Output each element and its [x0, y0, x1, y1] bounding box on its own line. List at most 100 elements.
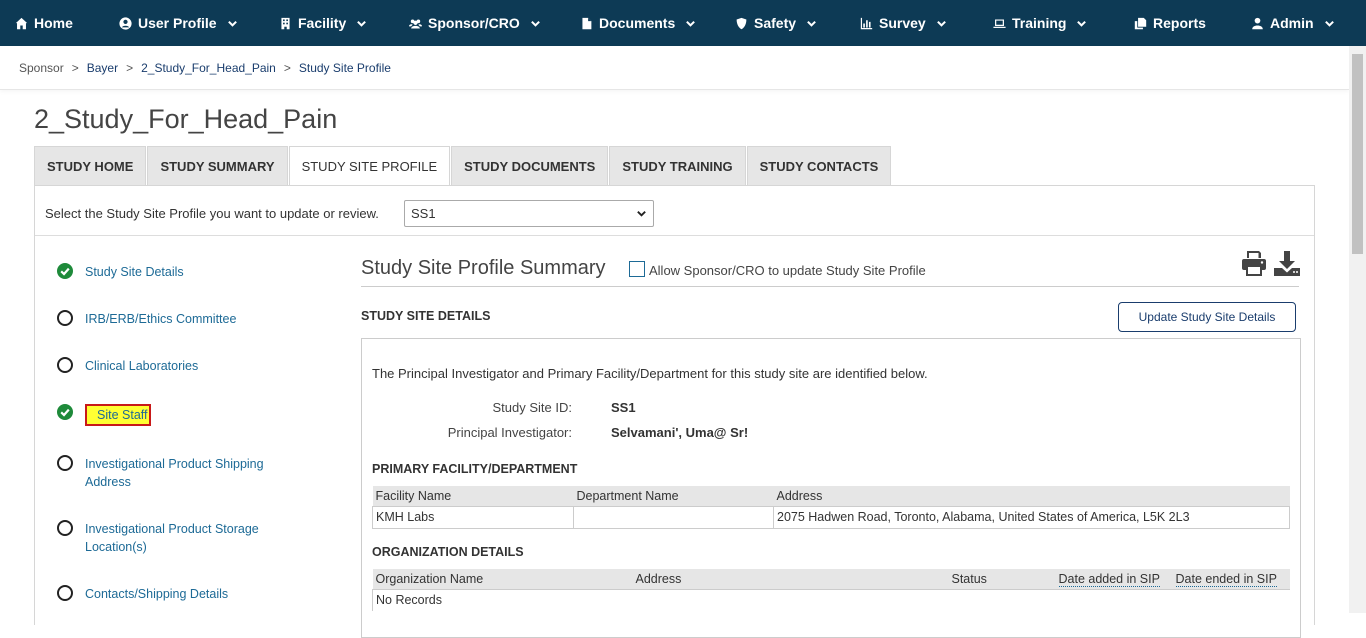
primary-facility-table: Facility Name Department Name Address KM… — [372, 486, 1290, 529]
step-label-line2: Location(s) — [85, 540, 147, 554]
table-cell — [573, 505, 774, 529]
check-circle-icon — [57, 263, 73, 279]
step-study-site-details[interactable]: Study Site Details — [57, 263, 184, 281]
top-navigation-bar: Home User Profile Facility Sponsor/CRO D… — [0, 0, 1366, 46]
nav-admin[interactable]: Admin — [1251, 0, 1335, 46]
chevron-down-icon — [936, 20, 946, 27]
empty-circle-icon — [57, 310, 73, 326]
step-label: Investigational Product Storage Location(… — [85, 520, 259, 556]
nav-reports-label: Reports — [1153, 15, 1206, 31]
column-header: Facility Name — [372, 486, 574, 506]
breadcrumb-bayer[interactable]: Bayer — [87, 61, 118, 75]
users-icon — [409, 19, 422, 29]
table-cell: KMH Labs — [372, 505, 574, 529]
allow-sponsor-update-label[interactable]: Allow Sponsor/CRO to update Study Site P… — [649, 263, 926, 278]
table-cell: 2075 Hadwen Road, Toronto, Alabama, Unit… — [773, 505, 1290, 529]
update-study-site-details-button[interactable]: Update Study Site Details — [1118, 302, 1296, 332]
step-label-line2: Address — [85, 475, 131, 489]
nav-sponsor-cro-label: Sponsor/CRO — [428, 15, 520, 31]
breadcrumb-study[interactable]: 2_Study_For_Head_Pain — [141, 61, 276, 75]
chevron-down-icon — [637, 211, 646, 217]
site-profile-selector-row: Select the Study Site Profile you want t… — [35, 186, 1314, 236]
divider — [361, 286, 1299, 287]
scrollbar-thumb[interactable] — [1352, 54, 1363, 254]
step-ip-shipping-address[interactable]: Investigational Product Shipping Address — [57, 455, 264, 491]
nav-documents-label: Documents — [599, 15, 676, 31]
nav-survey-label: Survey — [879, 15, 926, 31]
step-label-line1: Investigational Product Storage — [85, 522, 259, 536]
table-header-row: Facility Name Department Name Address — [372, 486, 1290, 506]
column-header-label: Date added in SIP — [1058, 571, 1160, 587]
organization-details-heading: ORGANIZATION DETAILS — [372, 545, 524, 559]
tab-study-training[interactable]: STUDY TRAINING — [609, 146, 746, 186]
nav-training-label: Training — [1012, 15, 1067, 31]
table-header-row: Organization Name Address Status Date ad… — [372, 569, 1290, 589]
chevron-down-icon — [686, 20, 696, 27]
step-label: Contacts/Shipping Details — [85, 587, 229, 601]
step-clinical-laboratories[interactable]: Clinical Laboratories — [57, 357, 198, 375]
empty-records-text: No Records — [372, 588, 1290, 611]
study-site-details-heading: STUDY SITE DETAILS — [361, 309, 491, 323]
step-irb-erb-ethics-committee[interactable]: IRB/ERB/Ethics Committee — [57, 310, 236, 328]
breadcrumb-separator: > — [283, 61, 291, 75]
step-label: Clinical Laboratories — [85, 359, 199, 373]
column-header: Address — [773, 486, 1290, 506]
nav-training[interactable]: Training — [993, 0, 1087, 46]
tab-study-home[interactable]: STUDY HOME — [34, 146, 147, 186]
breadcrumb-sponsor[interactable]: Sponsor — [19, 61, 64, 75]
breadcrumb: Sponsor > Bayer > 2_Study_For_Head_Pain … — [19, 61, 391, 75]
step-ip-storage-locations[interactable]: Investigational Product Storage Location(… — [57, 520, 259, 556]
bar-chart-icon — [860, 17, 873, 29]
column-header: Status — [948, 569, 1056, 589]
study-site-profile-panel: Select the Study Site Profile you want t… — [34, 185, 1315, 638]
laptop-icon — [993, 18, 1006, 28]
column-header[interactable]: Date added in SIP — [1055, 569, 1173, 589]
download-icon[interactable] — [1273, 249, 1301, 277]
nav-home[interactable]: Home — [15, 0, 73, 46]
step-label: Site Staff — [85, 404, 151, 426]
document-icon — [582, 17, 592, 29]
primary-facility-heading: PRIMARY FACILITY/DEPARTMENT — [372, 462, 578, 476]
empty-circle-icon — [57, 357, 73, 373]
allow-sponsor-update-checkbox[interactable] — [629, 261, 645, 277]
site-profile-select[interactable]: SS1 — [404, 200, 654, 227]
column-header: Address — [632, 569, 949, 589]
nav-documents[interactable]: Documents — [580, 0, 696, 46]
chevron-down-icon — [1077, 20, 1087, 27]
nav-user-profile[interactable]: User Profile — [119, 0, 238, 46]
step-contacts-shipping-details[interactable]: Contacts/Shipping Details — [57, 585, 228, 603]
tab-study-site-profile[interactable]: STUDY SITE PROFILE — [288, 146, 451, 186]
nav-reports[interactable]: Reports — [1134, 0, 1206, 46]
nav-safety[interactable]: Safety — [735, 0, 817, 46]
nav-facility[interactable]: Facility — [279, 0, 367, 46]
nav-survey[interactable]: Survey — [860, 0, 947, 46]
tab-study-documents[interactable]: STUDY DOCUMENTS — [451, 146, 609, 186]
check-circle-icon — [57, 404, 73, 420]
study-site-id-value: SS1 — [611, 400, 636, 415]
shield-icon — [736, 17, 747, 29]
building-icon — [281, 17, 290, 29]
chevron-down-icon — [1324, 20, 1334, 27]
step-label: IRB/ERB/Ethics Committee — [85, 312, 237, 326]
step-site-staff[interactable]: Site Staff — [57, 404, 151, 426]
study-site-id-label: Study Site ID: — [492, 400, 572, 415]
empty-circle-icon — [57, 585, 73, 601]
site-profile-selector-label: Select the Study Site Profile you want t… — [45, 206, 379, 221]
table-row: KMH Labs 2075 Hadwen Road, Toronto, Alab… — [372, 505, 1290, 529]
column-header[interactable]: Date ended in SIP — [1172, 569, 1290, 589]
organization-details-table: Organization Name Address Status Date ad… — [372, 569, 1290, 611]
nav-admin-label: Admin — [1270, 15, 1314, 31]
print-icon[interactable] — [1240, 249, 1268, 277]
user-circle-icon — [119, 16, 132, 30]
nav-facility-label: Facility — [298, 15, 347, 31]
study-tabs: STUDY HOME STUDY SUMMARY STUDY SITE PROF… — [34, 146, 892, 186]
step-label-line1: Investigational Product Shipping — [85, 457, 264, 471]
tab-study-summary[interactable]: STUDY SUMMARY — [147, 146, 288, 186]
tab-study-contacts[interactable]: STUDY CONTACTS — [746, 146, 892, 186]
nav-sponsor-cro[interactable]: Sponsor/CRO — [409, 0, 541, 46]
page-scrollbar[interactable] — [1349, 46, 1366, 613]
column-header-label: Date ended in SIP — [1175, 571, 1277, 587]
copy-icon — [1134, 17, 1147, 29]
step-label: Investigational Product Shipping Address — [85, 455, 264, 491]
breadcrumb-study-site-profile: Study Site Profile — [298, 61, 391, 75]
